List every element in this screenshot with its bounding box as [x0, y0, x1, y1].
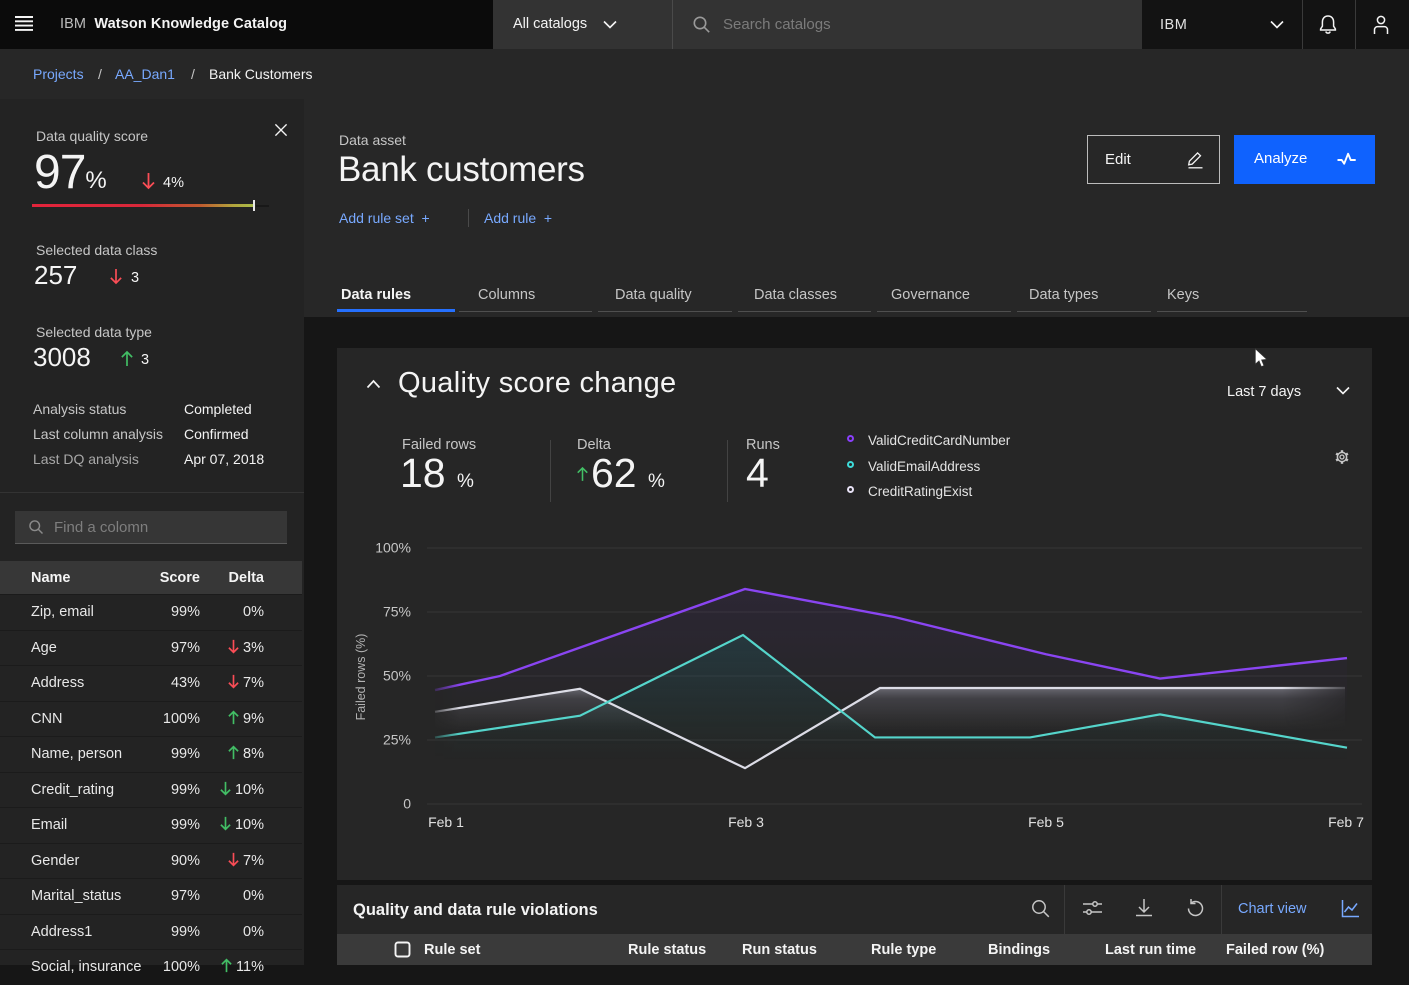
- svg-text:50%: 50%: [383, 668, 411, 684]
- svg-text:Failed rows (%): Failed rows (%): [354, 634, 368, 721]
- svg-text:Feb 7: Feb 7: [1328, 814, 1364, 830]
- svg-text:75%: 75%: [383, 604, 411, 620]
- svg-text:0: 0: [403, 796, 411, 812]
- svg-text:Feb 5: Feb 5: [1028, 814, 1064, 830]
- svg-text:100%: 100%: [375, 540, 411, 556]
- svg-text:Feb 1: Feb 1: [428, 814, 464, 830]
- svg-text:25%: 25%: [383, 732, 411, 748]
- svg-text:Feb 3: Feb 3: [728, 814, 764, 830]
